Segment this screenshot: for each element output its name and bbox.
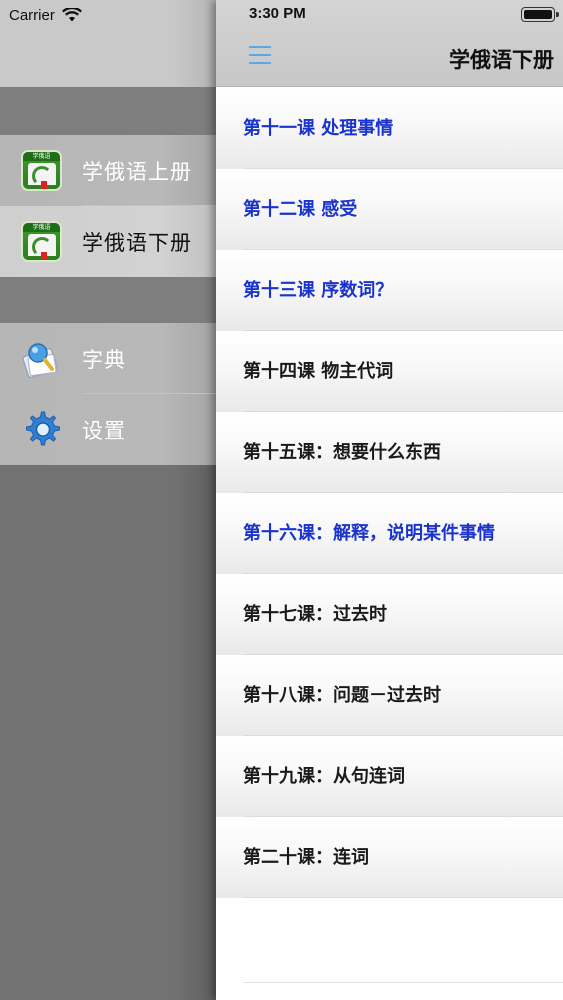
lesson-title: 第十三课 序数词？ xyxy=(243,280,394,301)
lesson-title: 第十七课：过去时 xyxy=(243,604,387,625)
lesson-row[interactable]: 第十九课：从句连词 xyxy=(216,736,563,817)
lesson-title: 第二十课：连词 xyxy=(243,847,369,868)
lesson-row[interactable]: 第十六课：解释，说明某件事情 xyxy=(216,493,563,574)
lesson-row[interactable]: 第十七课：过去时 xyxy=(216,574,563,655)
lesson-row[interactable]: 第十一课 处理事情 xyxy=(216,88,563,169)
side-drawer: Carrier 学俄语 学俄语上册 学俄语 学俄语下册 字典 设置 xyxy=(0,0,216,1000)
drawer-section-spacer xyxy=(0,87,216,135)
lesson-row[interactable]: 第十三课 序数词？ xyxy=(216,250,563,331)
gear-icon xyxy=(26,411,60,446)
drawer-item-dictionary[interactable]: 字典 xyxy=(0,323,216,394)
lesson-title: 第十六课：解释，说明某件事情 xyxy=(243,523,495,544)
drawer-item-label: 设置 xyxy=(82,418,126,443)
lesson-row[interactable]: 第十四课 物主代词 xyxy=(216,331,563,412)
book-app-icon: 学俄语 xyxy=(21,150,62,191)
hamburger-menu-icon[interactable] xyxy=(249,46,271,64)
lesson-row[interactable]: 第十五课：想要什么东西 xyxy=(216,412,563,493)
book-app-icon: 学俄语 xyxy=(21,221,62,262)
lesson-list-panel: 3:30 PM 学俄语下册 第十一课 处理事情 第十二课 感受 第十三课 序数词… xyxy=(216,0,563,1000)
lesson-title: 第十四课 物主代词 xyxy=(243,361,394,382)
carrier-label: Carrier xyxy=(9,6,55,24)
lesson-row[interactable]: 第二十课：连词 xyxy=(216,817,563,898)
lesson-title: 第十五课：想要什么东西 xyxy=(243,442,441,463)
navigation-bar: 3:30 PM 学俄语下册 xyxy=(216,0,563,87)
dictionary-icon xyxy=(22,343,58,379)
drawer-item-label: 学俄语上册 xyxy=(82,159,192,184)
lesson-title: 第十一课 处理事情 xyxy=(243,118,394,139)
drawer-item-book-vol1[interactable]: 学俄语 学俄语上册 xyxy=(0,135,216,206)
drawer-item-label: 学俄语下册 xyxy=(82,230,192,255)
drawer-status-area: Carrier xyxy=(0,0,216,87)
wifi-icon xyxy=(61,8,82,22)
page-title: 学俄语下册 xyxy=(449,48,554,72)
lesson-title: 第十九课：从句连词 xyxy=(243,766,405,787)
battery-icon xyxy=(521,7,559,22)
drawer-item-book-vol2[interactable]: 学俄语 学俄语下册 xyxy=(0,206,216,277)
drawer-section-spacer xyxy=(0,277,216,325)
drawer-item-label: 字典 xyxy=(82,347,126,372)
status-time: 3:30 PM xyxy=(249,5,306,22)
lesson-row[interactable]: 第十八课：问题－过去时 xyxy=(216,655,563,736)
status-bar-left: Carrier xyxy=(9,5,82,25)
drawer-item-settings[interactable]: 设置 xyxy=(0,394,216,465)
lesson-title: 第十二课 感受 xyxy=(243,199,358,220)
lesson-title: 第十八课：问题－过去时 xyxy=(243,685,441,706)
empty-list-row xyxy=(216,902,563,983)
lesson-row[interactable]: 第十二课 感受 xyxy=(216,169,563,250)
